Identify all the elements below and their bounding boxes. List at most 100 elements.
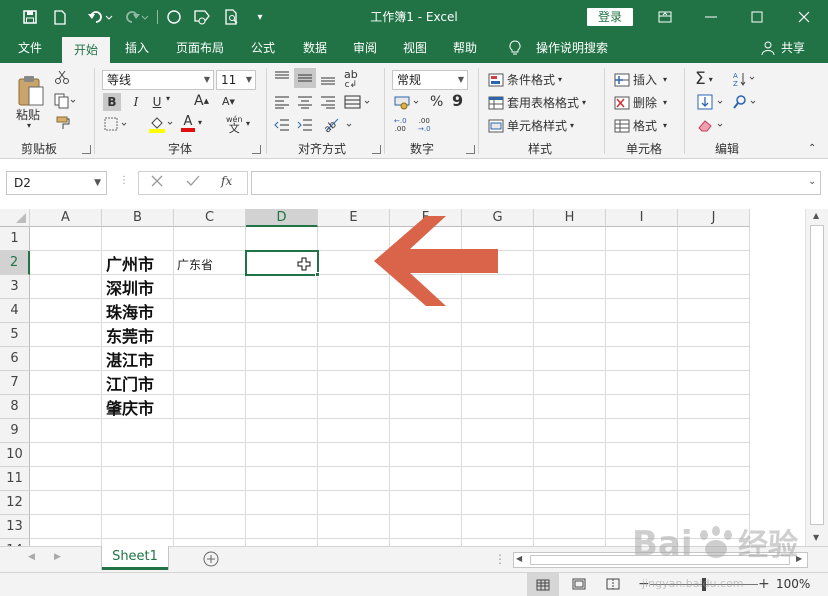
cell-a14[interactable] — [30, 539, 102, 546]
scroll-down-icon[interactable]: ▼ — [813, 533, 819, 542]
middle-align-icon[interactable] — [294, 68, 316, 88]
cell-d11[interactable] — [246, 467, 318, 491]
cell-d13[interactable] — [246, 515, 318, 539]
cell-c8[interactable] — [174, 395, 246, 419]
cell-g14[interactable] — [462, 539, 534, 546]
alignment-dialog-launcher[interactable] — [372, 145, 381, 154]
select-all-corner[interactable] — [0, 209, 30, 227]
row-header-4[interactable]: 4 — [0, 299, 30, 323]
number-format-select[interactable]: 常规 ▼ — [392, 70, 468, 90]
cell-d3[interactable] — [246, 275, 318, 299]
cell-e13[interactable] — [318, 515, 390, 539]
fill-color-button[interactable] — [148, 115, 176, 133]
tell-me-search[interactable]: 操作说明搜索 — [530, 34, 614, 63]
increase-indent-icon[interactable] — [297, 118, 313, 132]
cell-g13[interactable] — [462, 515, 534, 539]
cell-a7[interactable] — [30, 371, 102, 395]
ribbon-display-options-icon[interactable] — [651, 0, 679, 34]
cell-b12[interactable] — [102, 491, 174, 515]
cell-a9[interactable] — [30, 419, 102, 443]
cell-d5[interactable] — [246, 323, 318, 347]
cell-g8[interactable] — [462, 395, 534, 419]
cell-f10[interactable] — [390, 443, 462, 467]
cell-b11[interactable] — [102, 467, 174, 491]
cell-h11[interactable] — [534, 467, 606, 491]
cell-e14[interactable] — [318, 539, 390, 546]
cell-h1[interactable] — [534, 227, 606, 251]
cell-c9[interactable] — [174, 419, 246, 443]
cell-c12[interactable] — [174, 491, 246, 515]
row-header-11[interactable]: 11 — [0, 467, 30, 491]
cell-styles-button[interactable]: 单元格样式 ▾ — [488, 117, 574, 134]
format-as-table-button[interactable]: 套用表格格式 ▾ — [488, 94, 586, 111]
find-select-icon[interactable] — [732, 94, 760, 110]
cell-b10[interactable] — [102, 443, 174, 467]
cell-i6[interactable] — [606, 347, 678, 371]
cell-h13[interactable] — [534, 515, 606, 539]
cell-j3[interactable] — [678, 275, 750, 299]
scroll-tabs-left-icon[interactable]: ◀ — [28, 552, 35, 562]
normal-view-icon[interactable] — [527, 573, 559, 596]
cell-a3[interactable] — [30, 275, 102, 299]
cell-j8[interactable] — [678, 395, 750, 419]
vertical-scrollbar[interactable]: ▲ ▼ — [805, 209, 828, 546]
font-size-select[interactable]: 11 ▼ — [216, 70, 256, 90]
align-left-icon[interactable] — [274, 95, 290, 109]
cell-g9[interactable] — [462, 419, 534, 443]
cell-f12[interactable] — [390, 491, 462, 515]
new-document-icon[interactable] — [48, 0, 72, 34]
cell-j5[interactable] — [678, 323, 750, 347]
cancel-entry-icon[interactable] — [151, 175, 163, 187]
font-dialog-launcher[interactable] — [252, 145, 261, 154]
phonetic-guide-button[interactable]: wén 文 — [226, 115, 243, 134]
row-header-9[interactable]: 9 — [0, 419, 30, 443]
cell-d4[interactable] — [246, 299, 318, 323]
person-icon[interactable] — [758, 34, 778, 63]
row-header-12[interactable]: 12 — [0, 491, 30, 515]
cell-c4[interactable] — [174, 299, 246, 323]
print-preview-icon[interactable] — [220, 0, 244, 34]
sheet-tab-sheet1[interactable]: Sheet1 — [102, 546, 168, 570]
tab-data[interactable]: 数据 — [294, 34, 336, 63]
cell-d7[interactable] — [246, 371, 318, 395]
cell-a2[interactable] — [30, 251, 102, 275]
align-center-icon[interactable] — [297, 95, 313, 109]
cell-c10[interactable] — [174, 443, 246, 467]
cell-j4[interactable] — [678, 299, 750, 323]
cell-j11[interactable] — [678, 467, 750, 491]
cell-d8[interactable] — [246, 395, 318, 419]
cell-f11[interactable] — [390, 467, 462, 491]
top-align-icon[interactable] — [274, 71, 290, 85]
cell-e10[interactable] — [318, 443, 390, 467]
cell-h8[interactable] — [534, 395, 606, 419]
cell-d10[interactable] — [246, 443, 318, 467]
save-icon[interactable] — [18, 0, 42, 34]
row-header-5[interactable]: 5 — [0, 323, 30, 347]
circle-shape-icon[interactable] — [163, 0, 185, 34]
row-header-10[interactable]: 10 — [0, 443, 30, 467]
confirm-entry-icon[interactable] — [186, 175, 200, 187]
cell-g11[interactable] — [462, 467, 534, 491]
cell-h5[interactable] — [534, 323, 606, 347]
bold-button[interactable]: B — [103, 93, 121, 111]
cell-i8[interactable] — [606, 395, 678, 419]
scroll-up-icon[interactable]: ▲ — [813, 211, 819, 220]
cell-g6[interactable] — [462, 347, 534, 371]
cell-f5[interactable] — [390, 323, 462, 347]
cell-h14[interactable] — [534, 539, 606, 546]
cell-c7[interactable] — [174, 371, 246, 395]
undo-button[interactable] — [84, 0, 118, 34]
tab-file[interactable]: 文件 — [8, 34, 52, 63]
number-dialog-launcher[interactable] — [466, 145, 475, 154]
close-button[interactable] — [790, 0, 818, 34]
row-header-7[interactable]: 7 — [0, 371, 30, 395]
delete-cells-button[interactable]: 删除 ▾ — [614, 94, 667, 111]
underline-button[interactable]: U — [150, 93, 164, 111]
font-name-select[interactable]: 等线 ▼ — [102, 70, 214, 90]
cell-h3[interactable] — [534, 275, 606, 299]
autosum-button[interactable]: Σ ▾ — [695, 69, 713, 89]
cell-d14[interactable] — [246, 539, 318, 546]
paste-dropdown-icon[interactable]: ▾ — [27, 121, 31, 130]
conditional-formatting-button[interactable]: 条件格式 ▾ — [488, 71, 562, 88]
cell-i1[interactable] — [606, 227, 678, 251]
